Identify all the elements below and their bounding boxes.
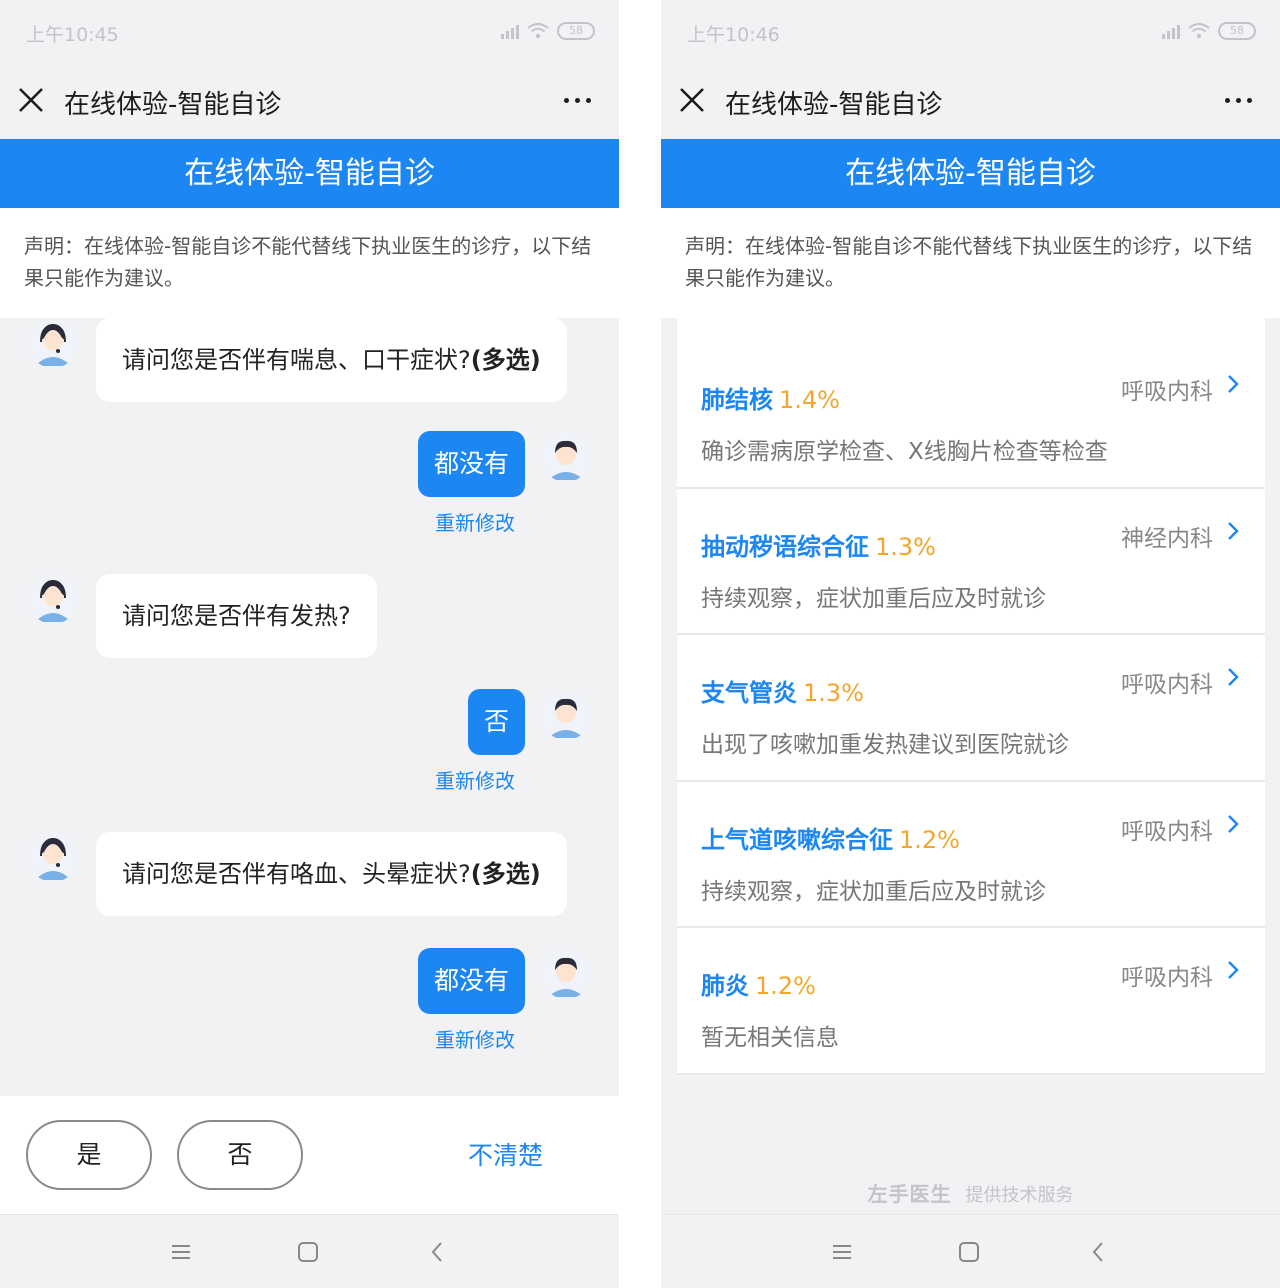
edit-answer-link[interactable]: 重新修改 <box>435 765 515 794</box>
status-time: 上午10:45 <box>26 24 119 46</box>
result-advice: 出现了咳嗽加重发热建议到医院就诊 <box>701 732 1069 759</box>
brand-logo-text: 左手医生 <box>867 1182 952 1206</box>
disease-name: 上气道咳嗽综合征 1.2% <box>701 825 960 854</box>
doctor-avatar-icon <box>28 574 78 624</box>
page-banner: 在线体验-智能自诊 <box>0 139 619 208</box>
bot-question-bubble: 请问您是否伴有咯血、头晕症状?(多选) <box>96 832 567 916</box>
user-answer-bubble: 否 <box>468 689 525 755</box>
probability: 1.3% <box>875 532 936 561</box>
page-banner: 在线体验-智能自诊 <box>661 139 1280 208</box>
option-no-button[interactable]: 否 <box>177 1120 303 1190</box>
home-icon[interactable] <box>295 1239 321 1265</box>
diagnosis-results-list: 肺结核 1.4% 呼吸内科 确诊需病原学检查、X线胸片检查等检查 抽动秽语综合征 1… <box>677 318 1265 1075</box>
app-title: 在线体验-智能自诊 <box>64 90 282 120</box>
menu-icon[interactable] <box>829 1239 855 1265</box>
user-answer-bubble: 都没有 <box>418 431 525 497</box>
probability: 1.3% <box>803 679 864 708</box>
more-icon[interactable] <box>564 98 591 103</box>
battery-icon: 58 <box>1218 22 1256 40</box>
probability: 1.4% <box>779 386 840 414</box>
edit-answer-link[interactable]: 重新修改 <box>435 1024 515 1053</box>
result-advice: 持续观察，症状加重后应及时就诊 <box>701 585 1046 612</box>
footer-text: 提供技术服务 <box>965 1185 1074 1206</box>
wifi-icon <box>527 23 549 39</box>
disease-name: 支气管炎 1.3% <box>701 679 864 708</box>
question-text: 请问您是否伴有发热? <box>122 602 351 630</box>
result-card[interactable]: 抽动秽语综合征 1.3% 神经内科 持续观察，症状加重后应及时就诊 <box>677 488 1265 636</box>
system-nav-bar <box>0 1214 619 1288</box>
user-avatar-icon <box>541 432 591 482</box>
multi-select-tag: (多选) <box>470 860 541 888</box>
option-unclear-button[interactable]: 不清楚 <box>468 1136 543 1172</box>
close-icon[interactable] <box>679 87 705 113</box>
status-bar: 上午10:45 58 <box>0 0 619 62</box>
wifi-icon <box>1188 23 1210 39</box>
question-text: 请问您是否伴有咯血、头晕症状? <box>122 860 471 888</box>
status-icons: 58 <box>501 22 595 40</box>
user-answer-bubble: 都没有 <box>418 948 525 1014</box>
option-yes-button[interactable]: 是 <box>26 1120 152 1190</box>
back-icon[interactable] <box>1086 1239 1112 1265</box>
right-phone-screen: 上午10:46 58 在线体验-智能自诊 在线体验-智能自诊 声明：在线体验-智… <box>661 0 1280 1288</box>
left-phone-screen: 上午10:45 58 在线体验-智能自诊 在线体验-智能自诊 声明：在线体验-智… <box>0 0 619 1288</box>
result-advice: 确诊需病原学检查、X线胸片检查等检查 <box>701 439 1108 465</box>
result-card[interactable]: 上气道咳嗽综合征 1.2% 呼吸内科 持续观察，症状加重后应及时就诊 <box>677 781 1265 929</box>
chevron-right-icon <box>1228 814 1239 833</box>
department-label: 呼吸内科 <box>1121 818 1213 845</box>
chevron-right-icon <box>1228 961 1239 980</box>
signal-icon <box>501 23 519 39</box>
multi-select-tag: (多选) <box>470 346 541 374</box>
result-advice: 暂无相关信息 <box>701 1025 839 1052</box>
result-card[interactable]: 肺炎 1.2% 呼吸内科 暂无相关信息 <box>677 928 1265 1075</box>
chevron-right-icon <box>1228 521 1239 540</box>
edit-answer-link[interactable]: 重新修改 <box>435 507 515 536</box>
department-label: 呼吸内科 <box>1121 379 1213 405</box>
back-icon[interactable] <box>425 1239 451 1265</box>
doctor-avatar-icon <box>28 318 78 368</box>
question-text: 请问您是否伴有喘息、口干症状? <box>122 346 471 374</box>
status-bar: 上午10:46 58 <box>661 0 1280 62</box>
answer-options-bar: 是 否 不清楚 <box>0 1096 619 1214</box>
bot-question-bubble: 请问您是否伴有发热? <box>96 574 377 658</box>
menu-icon[interactable] <box>168 1239 194 1265</box>
disease-name: 肺结核 1.4% <box>701 386 840 414</box>
battery-icon: 58 <box>557 22 595 40</box>
signal-icon <box>1162 23 1180 39</box>
status-time: 上午10:46 <box>687 24 780 46</box>
status-icons: 58 <box>1162 22 1256 40</box>
app-titlebar: 在线体验-智能自诊 <box>0 62 619 139</box>
app-title: 在线体验-智能自诊 <box>725 90 943 120</box>
user-avatar-icon <box>541 690 591 740</box>
disclaimer-notice: 声明：在线体验-智能自诊不能代替线下执业医生的诊疗，以下结果只能作为建议。 <box>661 208 1280 318</box>
close-icon[interactable] <box>18 87 44 113</box>
disease-name: 抽动秽语综合征 1.3% <box>701 532 936 561</box>
disease-name: 肺炎 1.2% <box>701 972 816 1001</box>
result-advice: 持续观察，症状加重后应及时就诊 <box>701 878 1046 905</box>
result-card[interactable]: 肺结核 1.4% 呼吸内科 确诊需病原学检查、X线胸片检查等检查 <box>677 342 1265 489</box>
bot-question-bubble: 请问您是否伴有喘息、口干症状?(多选) <box>96 318 567 402</box>
department-label: 神经内科 <box>1121 525 1213 552</box>
department-label: 呼吸内科 <box>1121 965 1213 992</box>
probability: 1.2% <box>755 972 816 1001</box>
system-nav-bar <box>661 1214 1280 1288</box>
list-top-strip <box>677 318 1265 342</box>
app-titlebar: 在线体验-智能自诊 <box>661 62 1280 139</box>
chevron-right-icon <box>1228 668 1239 687</box>
disclaimer-notice: 声明：在线体验-智能自诊不能代替线下执业医生的诊疗，以下结果只能作为建议。 <box>0 208 619 318</box>
chevron-right-icon <box>1228 375 1239 393</box>
powered-by-footer: 左手医生 提供技术服务 <box>661 1178 1280 1207</box>
result-card[interactable]: 支气管炎 1.3% 呼吸内科 出现了咳嗽加重发热建议到医院就诊 <box>677 635 1265 782</box>
department-label: 呼吸内科 <box>1121 672 1213 699</box>
more-icon[interactable] <box>1225 98 1252 103</box>
user-avatar-icon <box>541 949 591 999</box>
doctor-avatar-icon <box>28 832 78 882</box>
home-icon[interactable] <box>956 1239 982 1265</box>
probability: 1.2% <box>899 825 960 854</box>
